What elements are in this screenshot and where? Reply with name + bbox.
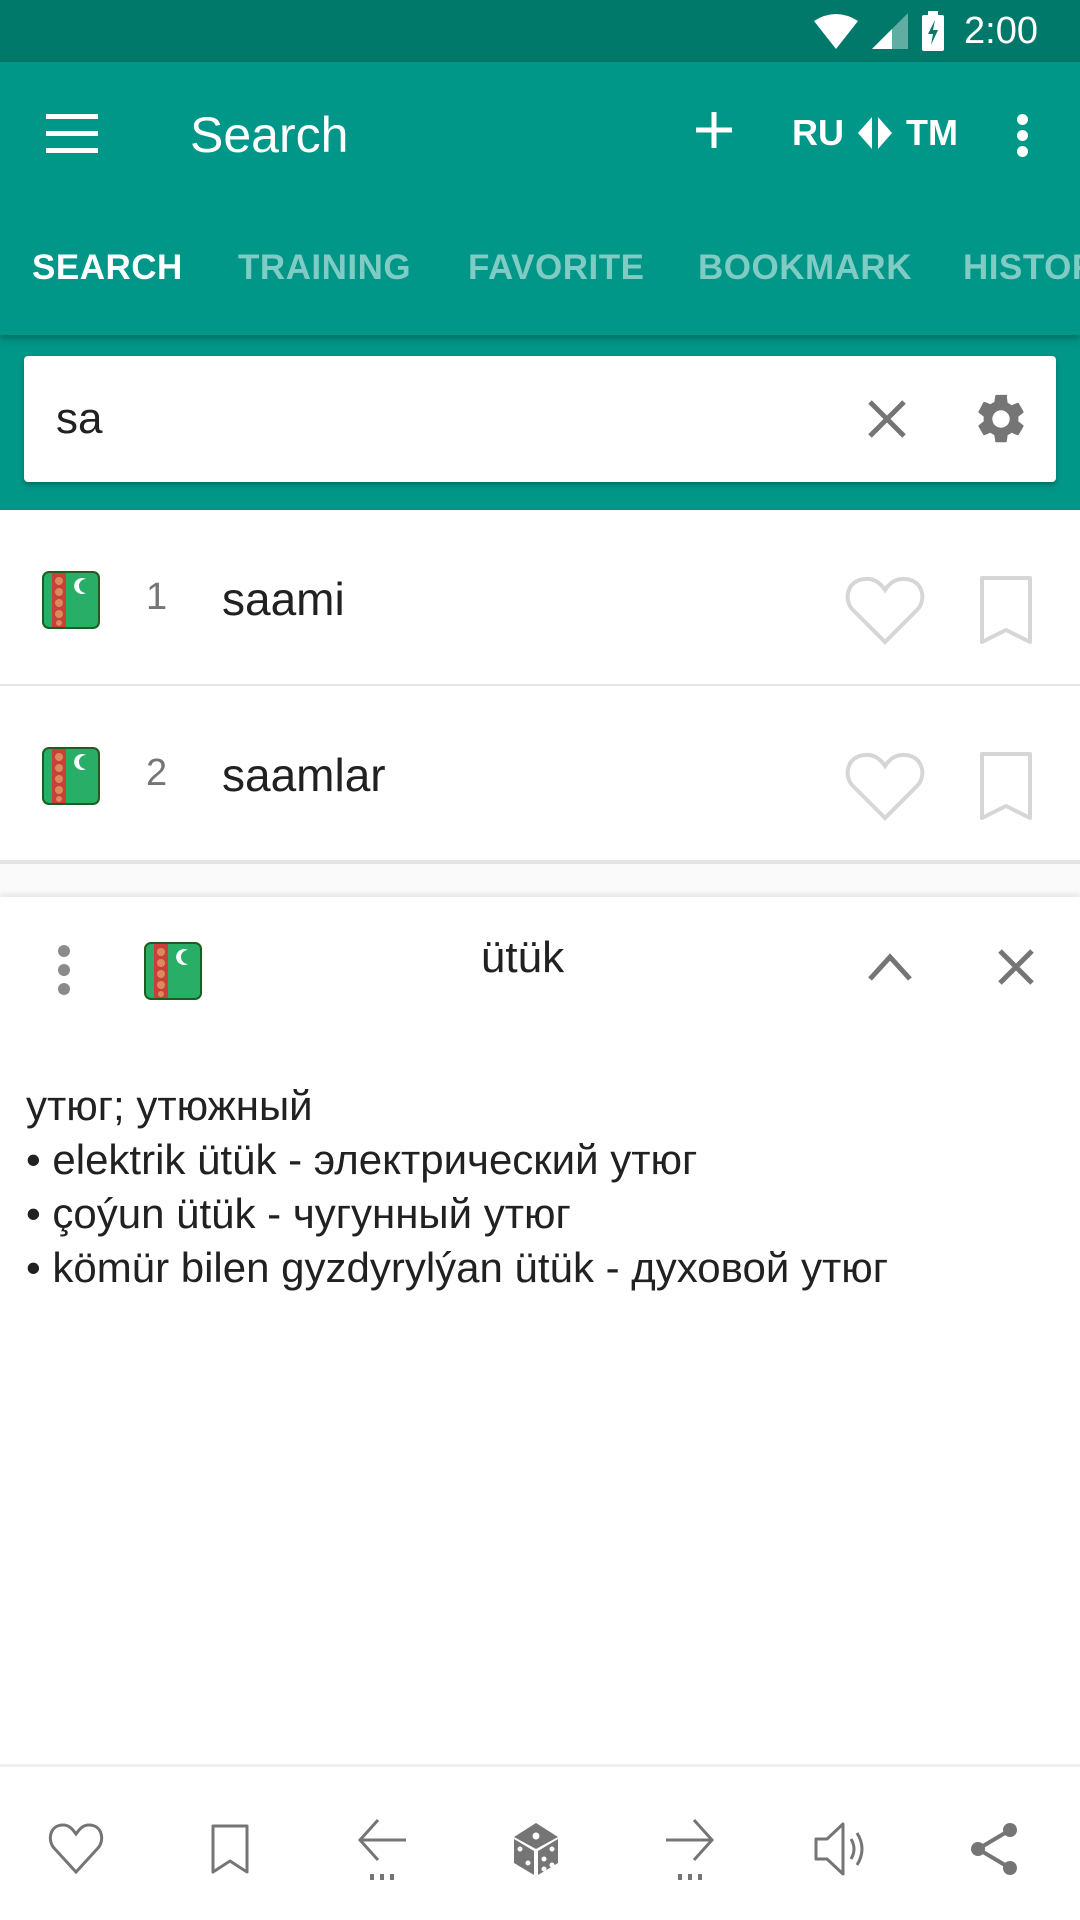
wifi-icon [814,14,859,49]
favorite-button[interactable] [36,1809,116,1889]
arrow-right-icon [666,1818,715,1880]
close-icon[interactable] [996,947,1036,987]
share-button[interactable] [954,1809,1034,1889]
tab-search[interactable]: SEARCH [32,248,183,288]
tab-bar: SEARCH TRAINING FAVORITE BOOKMARK HISTOR… [0,210,1080,335]
language-switch[interactable]: RU TM [792,112,958,154]
bottom-toolbar [0,1767,1080,1920]
search-input[interactable] [56,386,836,452]
heart-outline-icon[interactable] [845,574,925,646]
bookmark-outline-icon[interactable] [978,750,1034,822]
search-area [0,335,1080,510]
result-index: 1 [146,576,168,618]
dice-icon [514,1823,558,1875]
list-item[interactable]: 2 saamlar [0,686,1080,862]
next-button[interactable] [650,1809,730,1889]
tab-bookmark[interactable]: BOOKMARK [698,248,912,288]
speaker-icon [814,1822,864,1876]
list-item[interactable]: 1 saami [0,510,1080,686]
tab-training[interactable]: TRAINING [238,248,411,288]
status-bar: 2:00 [0,0,1080,62]
turkmenistan-flag-icon [42,571,100,629]
definition-line: • kömür bilen gyzdyrylýan ütük - духовой… [26,1244,889,1291]
battery-charging-icon [922,11,945,51]
signal-icon [872,13,909,49]
list-divider [0,862,1080,898]
tab-history[interactable]: HISTORY [963,248,1080,288]
app-bar: Search RU TM SEARCH TRAINING FAVORITE BO… [0,62,1080,335]
heart-outline-icon [48,1823,104,1875]
heart-outline-icon[interactable] [845,750,925,822]
result-word: saami [222,573,345,625]
turkmenistan-flag-icon [42,747,100,805]
definition-line: • çoýun ütük - чугунный утюг [26,1190,571,1237]
search-box [24,356,1056,482]
share-icon [971,1823,1017,1875]
result-word: saamlar [222,749,386,801]
random-button[interactable] [496,1809,576,1889]
status-time: 2:00 [964,9,1038,52]
plus-icon[interactable] [690,106,738,154]
target-language: TM [906,112,958,153]
swap-arrows-icon [858,117,892,149]
gear-icon[interactable] [972,390,1030,448]
definition-line: • elektrik ütük - электрический утюг [26,1136,698,1183]
bookmark-outline-icon [211,1824,249,1874]
previous-button[interactable] [342,1809,422,1889]
tab-favorite[interactable]: FAVORITE [468,248,644,288]
source-language: RU [792,112,844,153]
arrow-left-icon [357,1818,406,1880]
chevron-up-icon[interactable] [866,947,914,987]
definition-text: утюг; утюжный • elektrik ütük - электрич… [26,1079,1056,1295]
page-title: Search [190,107,349,163]
speak-button[interactable] [802,1809,882,1889]
bookmark-button[interactable] [190,1809,270,1889]
close-icon[interactable] [862,394,912,444]
hamburger-icon[interactable] [46,114,98,154]
more-vert-icon[interactable] [1010,114,1034,164]
bookmark-outline-icon[interactable] [978,574,1034,646]
definition-line: утюг; утюжный [26,1082,313,1129]
result-index: 2 [146,752,168,794]
